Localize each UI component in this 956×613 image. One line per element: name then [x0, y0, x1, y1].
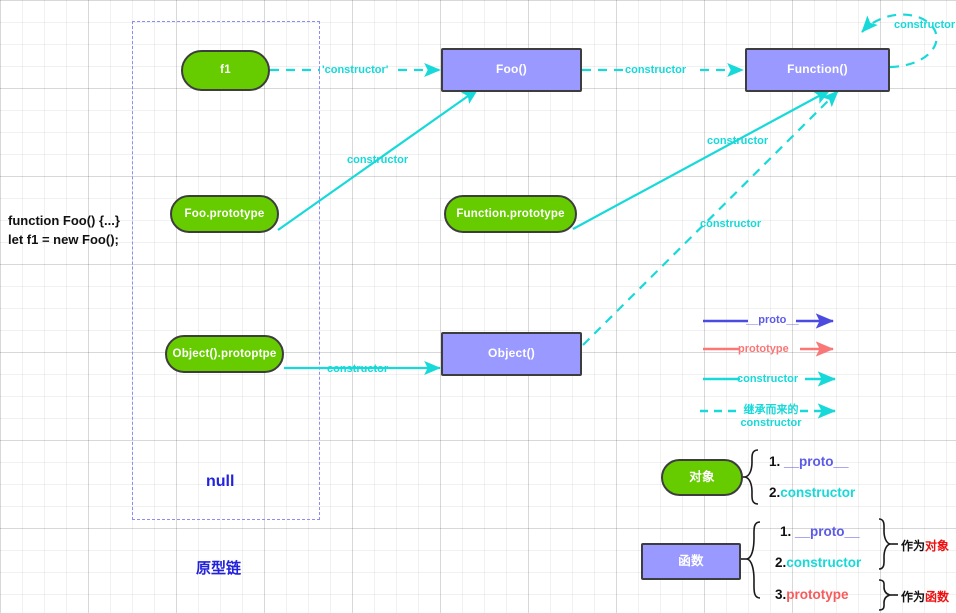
- attr-object-1-number: 1.: [769, 454, 781, 469]
- edge-label-function-self-loop: constructor: [894, 19, 956, 31]
- attr-function-1-number: 1.: [780, 524, 792, 539]
- edge-functionprototype-to-function: [572, 89, 831, 230]
- attr-object-2-name: constructor: [780, 485, 856, 500]
- edge-label-functionprototype-to-function: constructor: [707, 135, 769, 147]
- brace-function-attributes: [738, 521, 761, 599]
- code-snippet: function Foo() {...} let f1 = new Foo();: [8, 213, 120, 247]
- legend-label-inherited-line1: 继承而来的: [743, 404, 799, 416]
- edge-label-fooprototype-to-foo: constructor: [347, 154, 409, 166]
- role-label-as-function: 作为函数: [901, 588, 949, 605]
- legend-label-inherited-constructor: 继承而来的 constructor: [731, 404, 811, 429]
- attr-function-2: 2.constructor: [775, 555, 861, 570]
- diagram-title: 原型链: [196, 560, 242, 577]
- node-object[interactable]: Object(): [441, 332, 582, 376]
- attr-function-2-number: 2.: [775, 555, 787, 570]
- legend-label-inherited-line2: constructor: [740, 416, 802, 429]
- role-label-as-object: 作为对象: [901, 537, 949, 554]
- legend-label-proto: __proto__: [746, 314, 799, 326]
- legend-label-constructor: constructor: [737, 373, 799, 385]
- node-foo-prototype[interactable]: Foo.prototype: [170, 195, 279, 233]
- node-foo[interactable]: Foo(): [441, 48, 582, 92]
- node-legend-object[interactable]: 对象: [661, 459, 743, 496]
- node-legend-function[interactable]: 函数: [641, 543, 741, 580]
- role-label-as-object-prefix: 作为: [901, 539, 926, 553]
- brace-role-as-object: [878, 518, 898, 570]
- attr-object-2: 2.constructor: [769, 485, 855, 500]
- attr-function-1: 1. __proto__: [780, 524, 860, 539]
- edge-label-f1-to-foo: 'constructor': [322, 64, 389, 76]
- edge-label-object-to-function: constructor: [700, 218, 762, 230]
- brace-role-as-function: [878, 579, 898, 611]
- attr-function-3-name: prototype: [786, 587, 849, 602]
- attr-function-2-name: constructor: [786, 555, 862, 570]
- attr-function-3: 3.prototype: [775, 587, 849, 602]
- attr-object-2-number: 2.: [769, 485, 781, 500]
- prototype-chain-group-box: [132, 21, 320, 520]
- edge-label-objectprototype-to-object: constructor: [327, 363, 389, 375]
- node-function[interactable]: Function(): [745, 48, 890, 92]
- diagram-canvas: Foo() dashed 'constructor' --> Function(…: [0, 0, 956, 613]
- node-function-prototype[interactable]: Function.prototype: [444, 195, 577, 233]
- null-label: null: [206, 473, 235, 490]
- role-label-as-function-prefix: 作为: [901, 590, 926, 604]
- node-object-prototype[interactable]: Object().protoptpe: [165, 335, 284, 373]
- attr-object-1-name: __proto__: [784, 454, 849, 469]
- role-label-as-object-word: 对象: [925, 539, 950, 553]
- role-label-as-function-word: 函数: [925, 590, 950, 604]
- attr-object-1: 1. __proto__: [769, 454, 849, 469]
- edge-label-foo-to-function: constructor: [625, 64, 687, 76]
- attr-function-1-name: __proto__: [795, 524, 860, 539]
- legend-label-prototype: prototype: [738, 343, 789, 355]
- attr-function-3-number: 3.: [775, 587, 787, 602]
- node-f1[interactable]: f1: [181, 50, 270, 91]
